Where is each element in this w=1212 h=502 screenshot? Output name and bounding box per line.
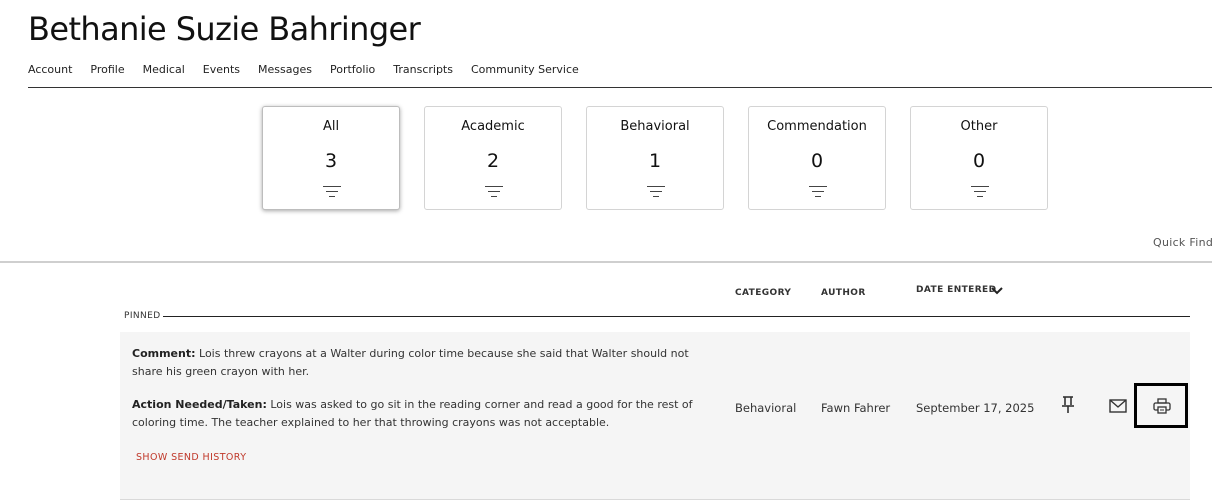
filter-card-label: Behavioral: [620, 119, 690, 134]
chevron-down-icon[interactable]: [990, 286, 1004, 296]
nav-community-service[interactable]: Community Service: [471, 63, 579, 76]
show-send-history-link[interactable]: SHOW SEND HISTORY: [136, 452, 246, 463]
filter-card-commendation[interactable]: Commendation 0: [748, 106, 886, 210]
comment-block: Comment: Lois threw crayons at a Walter …: [132, 345, 722, 381]
section-divider: [0, 261, 1212, 263]
nav-transcripts[interactable]: Transcripts: [393, 63, 453, 76]
filter-card-behavioral[interactable]: Behavioral 1: [586, 106, 724, 210]
entry-category: Behavioral: [735, 401, 797, 415]
nav-events[interactable]: Events: [203, 63, 240, 76]
entry-author: Fawn Fahrer: [821, 401, 891, 415]
print-icon: [1153, 398, 1171, 414]
filter-card-count: 0: [810, 150, 824, 172]
pin-button[interactable]: [1058, 395, 1078, 415]
print-button[interactable]: [1152, 397, 1172, 415]
filter-card-academic[interactable]: Academic 2: [424, 106, 562, 210]
pinned-label: PINNED: [124, 311, 161, 321]
comment-label: Comment:: [132, 347, 196, 360]
column-header-category[interactable]: CATEGORY: [735, 288, 791, 298]
nav-medical[interactable]: Medical: [143, 63, 185, 76]
filter-card-label: Academic: [461, 119, 525, 134]
filter-card-label: All: [322, 119, 340, 134]
nav-messages[interactable]: Messages: [258, 63, 312, 76]
student-name: Bethanie Suzie Bahringer: [28, 10, 421, 48]
filter-card-label: Commendation: [767, 119, 867, 134]
filter-icon: [485, 186, 503, 198]
column-header-author[interactable]: AUTHOR: [821, 288, 866, 298]
entry-date: September 17, 2025: [916, 401, 1035, 415]
filter-card-count: 1: [648, 150, 662, 172]
pin-icon: [1062, 396, 1074, 413]
nav-portfolio[interactable]: Portfolio: [330, 63, 375, 76]
nav-profile[interactable]: Profile: [90, 63, 124, 76]
filter-card-label: Other: [960, 119, 998, 134]
filter-card-other[interactable]: Other 0: [910, 106, 1048, 210]
filter-icon: [647, 186, 665, 198]
email-button[interactable]: [1108, 398, 1128, 414]
comment-text: Lois threw crayons at a Walter during co…: [132, 347, 689, 378]
quick-find-label[interactable]: Quick Find: [1153, 236, 1212, 249]
action-block: Action Needed/Taken: Lois was asked to g…: [132, 396, 722, 432]
pinned-divider: [163, 316, 1190, 317]
filter-card-count: 0: [972, 150, 986, 172]
action-label: Action Needed/Taken:: [132, 398, 267, 411]
nav-divider: [28, 87, 1212, 88]
filter-icon: [809, 186, 827, 198]
filter-card-count: 2: [486, 150, 500, 172]
column-header-date-entered[interactable]: DATE ENTERED: [916, 285, 996, 295]
filter-icon: [971, 186, 989, 198]
mail-icon: [1109, 399, 1127, 413]
profile-nav: Account Profile Medical Events Messages …: [28, 63, 579, 76]
filter-card-count: 3: [324, 150, 338, 172]
nav-account[interactable]: Account: [28, 63, 72, 76]
filter-icon: [323, 186, 341, 198]
filter-card-all[interactable]: All 3: [262, 106, 400, 210]
